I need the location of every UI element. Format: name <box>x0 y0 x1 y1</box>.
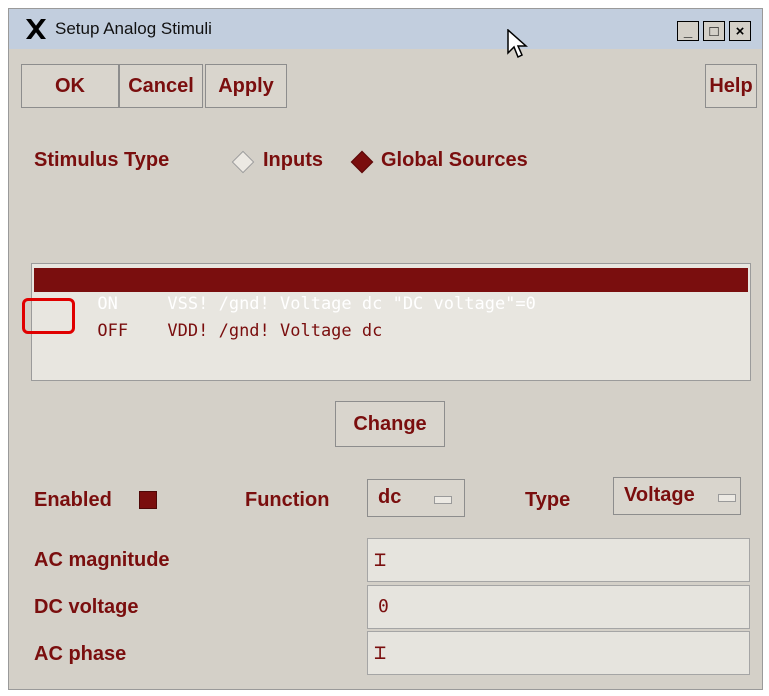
ok-button[interactable]: OK <box>21 64 119 108</box>
ac-magnitude-field[interactable]: ⌶ <box>367 538 750 582</box>
dropdown-indicator-icon <box>434 496 452 504</box>
setup-analog-stimuli-window: Setup Analog Stimuli _ □ × OK Cancel App… <box>8 8 763 690</box>
global-sources-radio-label[interactable]: Global Sources <box>381 149 528 172</box>
dc-voltage-label: DC voltage <box>34 596 139 618</box>
close-button[interactable]: × <box>729 21 751 41</box>
cancel-button[interactable]: Cancel <box>119 64 203 108</box>
window-title: Setup Analog Stimuli <box>55 19 212 38</box>
inputs-radio-label[interactable]: Inputs <box>263 149 323 172</box>
stimuli-list[interactable]: ON VSS! /gnd! Voltage dc "DC voltage"=0 O… <box>31 263 751 381</box>
function-label: Function <box>245 489 330 511</box>
stimulus-description: VDD! /gnd! Voltage dc <box>167 321 383 341</box>
change-button[interactable]: Change <box>335 401 445 447</box>
ac-magnitude-label: AC magnitude <box>34 549 170 571</box>
inputs-radio[interactable] <box>231 150 255 174</box>
mouse-pointer-icon <box>507 29 528 59</box>
off-state-highlight <box>22 298 75 334</box>
stimulus-state: OFF <box>97 321 129 341</box>
text-cursor-icon: ⌶ <box>374 547 387 571</box>
type-dropdown[interactable]: Voltage <box>613 477 741 515</box>
type-label: Type <box>525 489 571 511</box>
minimize-button[interactable]: _ <box>677 21 699 41</box>
apply-button[interactable]: Apply <box>205 64 287 108</box>
function-value: dc <box>378 486 402 508</box>
enabled-label: Enabled <box>34 489 112 511</box>
help-button[interactable]: Help <box>705 64 757 108</box>
title-bar[interactable]: Setup Analog Stimuli _ □ × <box>9 9 762 59</box>
ac-phase-field[interactable]: ⌶ <box>367 631 750 675</box>
list-item[interactable]: ON VSS! /gnd! Voltage dc "DC voltage"=0 <box>34 268 748 314</box>
dropdown-indicator-icon <box>718 494 736 502</box>
global-sources-radio[interactable] <box>350 150 374 174</box>
dc-voltage-field[interactable]: 0 <box>367 585 750 629</box>
stimulus-type-label: Stimulus Type <box>34 149 170 171</box>
list-item[interactable]: OFF VDD! /gnd! Voltage dc <box>34 295 382 341</box>
enabled-checkbox[interactable] <box>139 491 157 509</box>
dc-voltage-value: 0 <box>378 596 389 617</box>
ac-phase-label: AC phase <box>34 643 127 665</box>
type-value: Voltage <box>624 484 695 506</box>
function-dropdown[interactable]: dc <box>367 479 465 517</box>
x-window-icon <box>26 19 46 39</box>
maximize-button[interactable]: □ <box>703 21 725 41</box>
text-cursor-icon: ⌶ <box>374 640 387 664</box>
